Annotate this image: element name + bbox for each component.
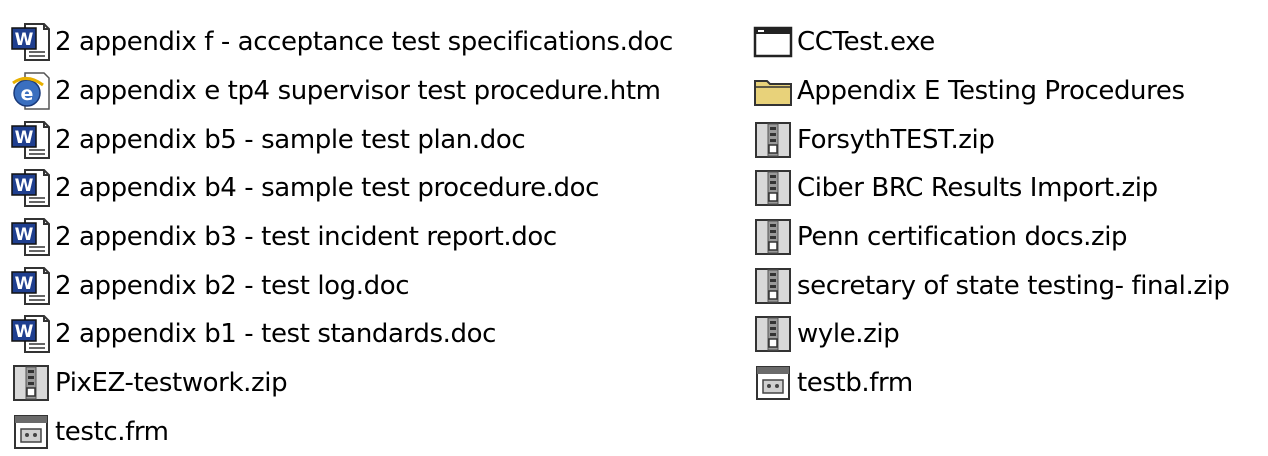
list-item[interactable]: testc.frm	[10, 408, 730, 456]
file-name: 2 appendix b5 - sample test plan.doc	[55, 125, 525, 155]
file-column-left: W 2 appendix f - acceptance test specifi…	[10, 18, 730, 456]
folder-icon	[752, 71, 794, 111]
file-name: Appendix E Testing Procedures	[797, 76, 1185, 106]
file-name: PixEZ-testwork.zip	[55, 368, 287, 398]
list-item[interactable]: PixEZ-testwork.zip	[10, 359, 730, 408]
list-item[interactable]: W 2 appendix b1 - test standards.doc	[10, 310, 730, 359]
file-name: 2 appendix f - acceptance test specifica…	[55, 27, 673, 57]
svg-text:W: W	[15, 128, 34, 148]
file-list-view: W 2 appendix f - acceptance test specifi…	[0, 0, 1268, 444]
zip-archive-icon	[10, 363, 52, 403]
word-doc-icon: W	[10, 22, 52, 62]
word-doc-icon: W	[10, 266, 52, 306]
list-item[interactable]: e 2 appendix e tp4 supervisor test proce…	[10, 67, 730, 116]
list-item[interactable]: Penn certification docs.zip	[752, 213, 1268, 262]
zip-archive-icon	[752, 217, 794, 257]
file-name: ForsythTEST.zip	[797, 125, 994, 155]
list-item[interactable]: W 2 appendix b3 - test incident report.d…	[10, 213, 730, 262]
svg-text:W: W	[15, 176, 34, 196]
svg-text:W: W	[15, 30, 34, 50]
list-item[interactable]: secretary of state testing- final.zip	[752, 261, 1268, 310]
zip-archive-icon	[752, 314, 794, 354]
word-doc-icon: W	[10, 120, 52, 160]
zip-archive-icon	[752, 266, 794, 306]
application-window-icon	[752, 22, 794, 62]
file-name: 2 appendix b4 - sample test procedure.do…	[55, 173, 599, 203]
list-item[interactable]: ForsythTEST.zip	[752, 115, 1268, 164]
zip-archive-icon	[752, 168, 794, 208]
file-name: Ciber BRC Results Import.zip	[797, 173, 1158, 203]
list-item[interactable]: W 2 appendix b4 - sample test procedure.…	[10, 164, 730, 213]
list-item[interactable]: W 2 appendix b2 - test log.doc	[10, 261, 730, 310]
svg-text:W: W	[15, 225, 34, 245]
form-file-icon	[10, 412, 52, 452]
list-item[interactable]: Appendix E Testing Procedures	[752, 67, 1268, 116]
file-name: 2 appendix b1 - test standards.doc	[55, 319, 496, 349]
file-name: Penn certification docs.zip	[797, 222, 1127, 252]
file-name: testc.frm	[55, 417, 169, 447]
list-item[interactable]: testb.frm	[752, 359, 1268, 408]
file-name: wyle.zip	[797, 319, 899, 349]
form-file-icon	[752, 363, 794, 403]
file-name: secretary of state testing- final.zip	[797, 271, 1230, 301]
file-name: CCTest.exe	[797, 27, 935, 57]
svg-text:W: W	[15, 322, 34, 342]
file-column-right: CCTest.exe Appendix E Testing Procedures	[752, 18, 1268, 408]
word-doc-icon: W	[10, 314, 52, 354]
file-name: 2 appendix b2 - test log.doc	[55, 271, 409, 301]
list-item[interactable]: W 2 appendix f - acceptance test specifi…	[10, 18, 730, 67]
list-item[interactable]: wyle.zip	[752, 310, 1268, 359]
list-item[interactable]: CCTest.exe	[752, 18, 1268, 67]
ie-html-icon: e	[10, 71, 52, 111]
zip-archive-icon	[752, 120, 794, 160]
file-name: 2 appendix e tp4 supervisor test procedu…	[55, 76, 661, 106]
svg-text:W: W	[15, 274, 34, 294]
word-doc-icon: W	[10, 217, 52, 257]
file-name: 2 appendix b3 - test incident report.doc	[55, 222, 557, 252]
list-item[interactable]: W 2 appendix b5 - sample test plan.doc	[10, 115, 730, 164]
list-item[interactable]: Ciber BRC Results Import.zip	[752, 164, 1268, 213]
svg-text:e: e	[21, 83, 34, 105]
file-name: testb.frm	[797, 368, 913, 398]
word-doc-icon: W	[10, 168, 52, 208]
